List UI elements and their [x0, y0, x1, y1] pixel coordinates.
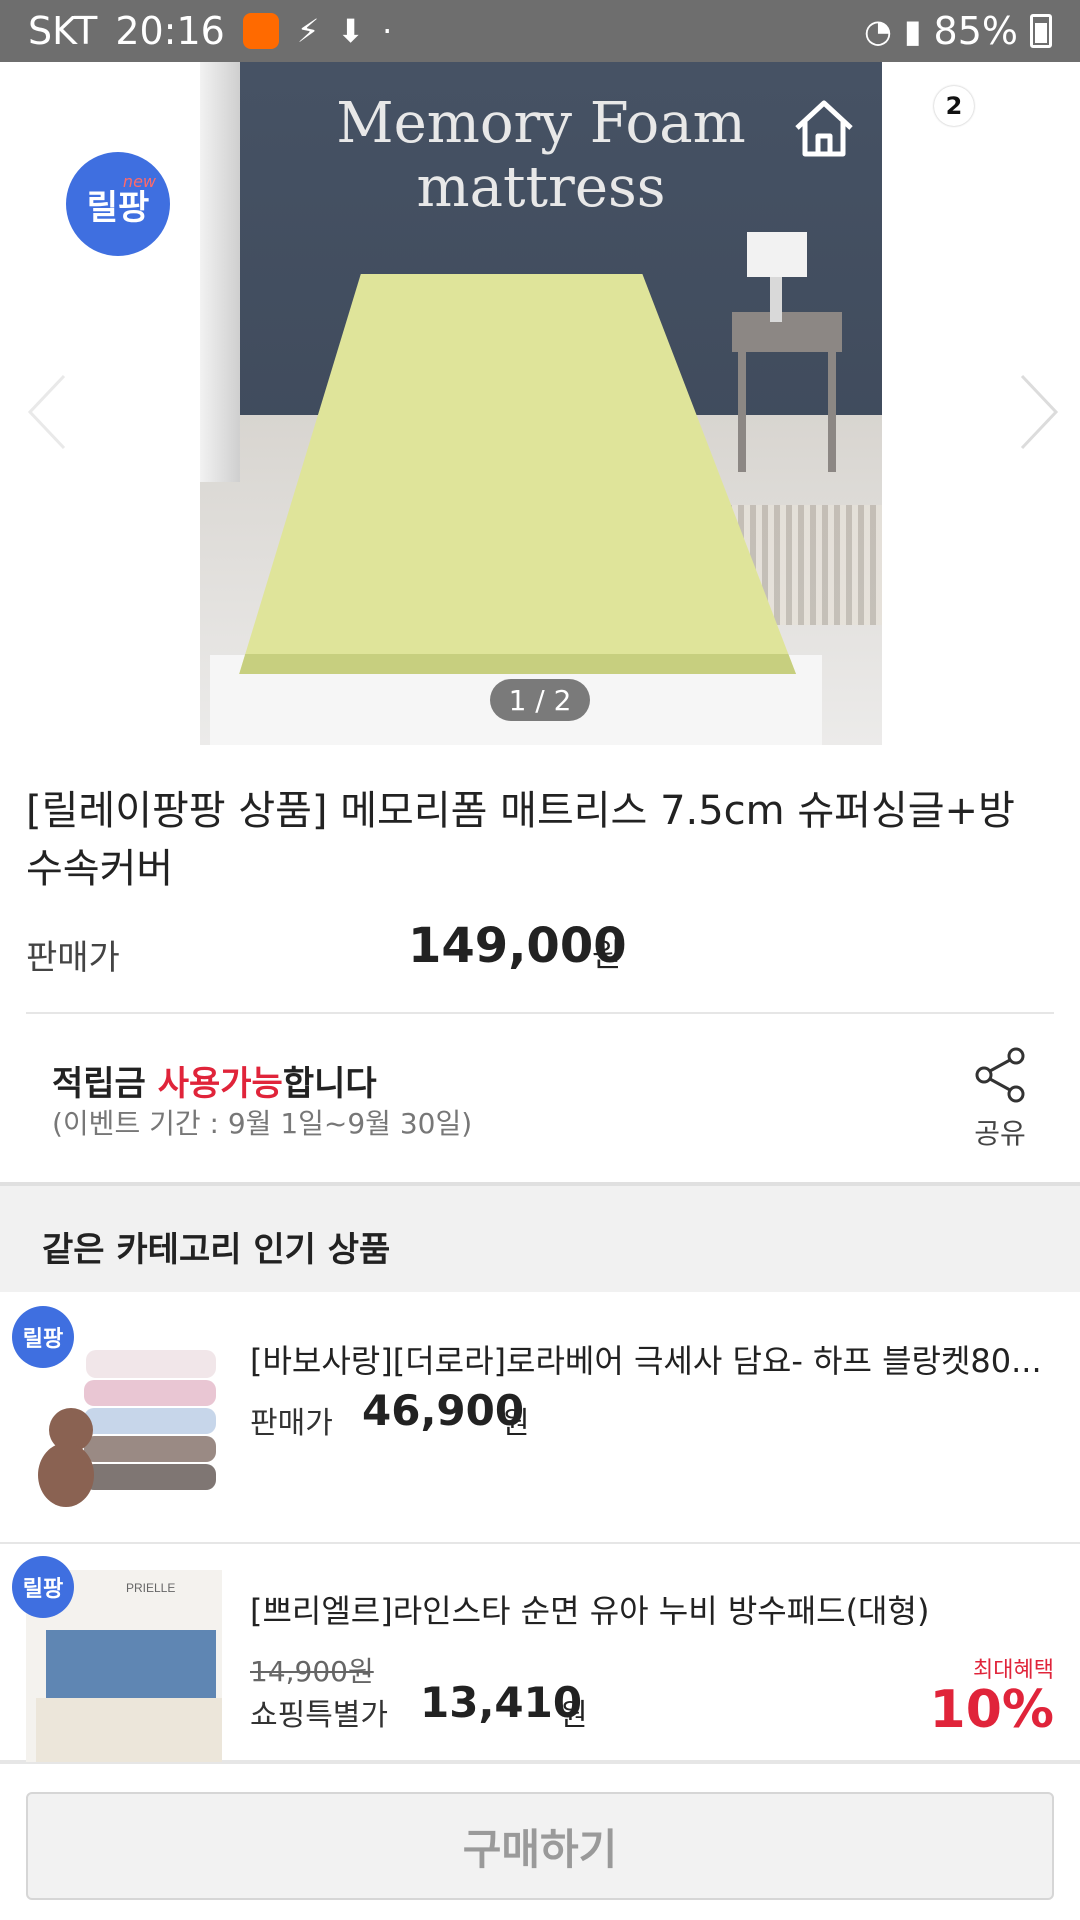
recommendation-header: 같은 카테고리 인기 상품: [0, 1186, 1080, 1292]
signal-icon: ▮: [903, 12, 922, 50]
buy-button[interactable]: 구매하기: [26, 1792, 1054, 1900]
product-price: 46,900: [362, 1386, 525, 1435]
prev-image-button[interactable]: [16, 362, 76, 462]
product-image: Memory Foam mattress: [200, 62, 882, 745]
back-button[interactable]: [22, 100, 82, 154]
wifi-icon: ◔: [864, 12, 892, 50]
chevron-left-icon: [24, 372, 68, 452]
app-notification-icon: [242, 13, 279, 49]
image-caption: Memory Foam mattress: [336, 91, 746, 220]
cart-button[interactable]: 2: [888, 86, 974, 162]
lamp-graphic: [742, 232, 812, 322]
home-button[interactable]: [792, 96, 856, 160]
arrow-left-icon: [24, 105, 80, 149]
price-unit: 원: [592, 936, 622, 974]
cart-count-badge: 2: [934, 86, 974, 126]
share-button[interactable]: 공유: [960, 1046, 1040, 1150]
points-availability: 적립금 사용가능합니다: [52, 1064, 377, 1104]
clock: 20:16: [115, 9, 225, 53]
brand-badge: 릴팡: [12, 1556, 74, 1618]
recommended-product-1[interactable]: 릴팡 [바보사랑][더로라]로라베어 극세사 담요- 하프 블랑켓80... 판…: [0, 1292, 1080, 1544]
price-unit: 원: [502, 1406, 530, 1441]
image-page-indicator: 1 / 2: [490, 679, 590, 721]
brand-badge: 릴팡: [12, 1306, 74, 1368]
original-price: 14,900원: [250, 1655, 374, 1688]
more-notifications-icon: ·: [382, 12, 393, 50]
search-icon: [991, 101, 1047, 157]
download-notification-icon: ⬇: [337, 12, 365, 50]
product-name: [쁘리엘르]라인스타 순면 유아 누비 방수패드(대형): [250, 1592, 930, 1630]
battery-icon: [1030, 14, 1052, 48]
v3-notification-icon: ⚡: [296, 12, 320, 50]
event-period: (이벤트 기간 : 9월 1일~9월 30일): [52, 1107, 473, 1140]
bottom-action-bar: 구매하기: [0, 1762, 1080, 1920]
search-button[interactable]: [988, 98, 1050, 160]
max-benefit-percent: 10%: [929, 1680, 1054, 1740]
special-price-label: 쇼핑특별가: [250, 1698, 388, 1733]
divider: [26, 1012, 1054, 1014]
recommended-product-2[interactable]: PRIELLE 릴팡 [쁘리엘르]라인스타 순면 유아 누비 방수패드(대형) …: [0, 1546, 1080, 1766]
side-table-graphic: [732, 312, 842, 472]
brand-badge: 릴팡 new: [66, 152, 170, 256]
status-bar: SKT 20:16 ⚡ ⬇ · ◔ ▮ 85%: [0, 0, 1080, 62]
product-title: [릴레이팡팡 상품] 메모리폼 매트리스 7.5cm 슈퍼싱글+방수속커버: [26, 788, 1015, 892]
chevron-right-icon: [1018, 372, 1062, 452]
carrier-label: SKT: [28, 9, 98, 53]
share-icon: [972, 1046, 1028, 1104]
product-image-carousel[interactable]: Memory Foam mattress 1 / 2 2 릴팡 new: [0, 62, 1080, 745]
price-label: 판매가: [250, 1406, 333, 1441]
price-label: 판매가: [26, 938, 120, 978]
home-icon: [793, 98, 855, 158]
svg-text:PRIELLE: PRIELLE: [126, 1581, 175, 1595]
share-label: 공유: [974, 1117, 1026, 1150]
price-unit: 원: [560, 1698, 588, 1733]
battery-percent: 85%: [933, 9, 1018, 53]
product-name: [바보사랑][더로라]로라베어 극세사 담요- 하프 블랑켓80...: [250, 1342, 1042, 1380]
next-image-button[interactable]: [1010, 362, 1070, 462]
section-title: 같은 카테고리 인기 상품: [42, 1230, 391, 1270]
product-price: 13,410: [420, 1678, 583, 1727]
